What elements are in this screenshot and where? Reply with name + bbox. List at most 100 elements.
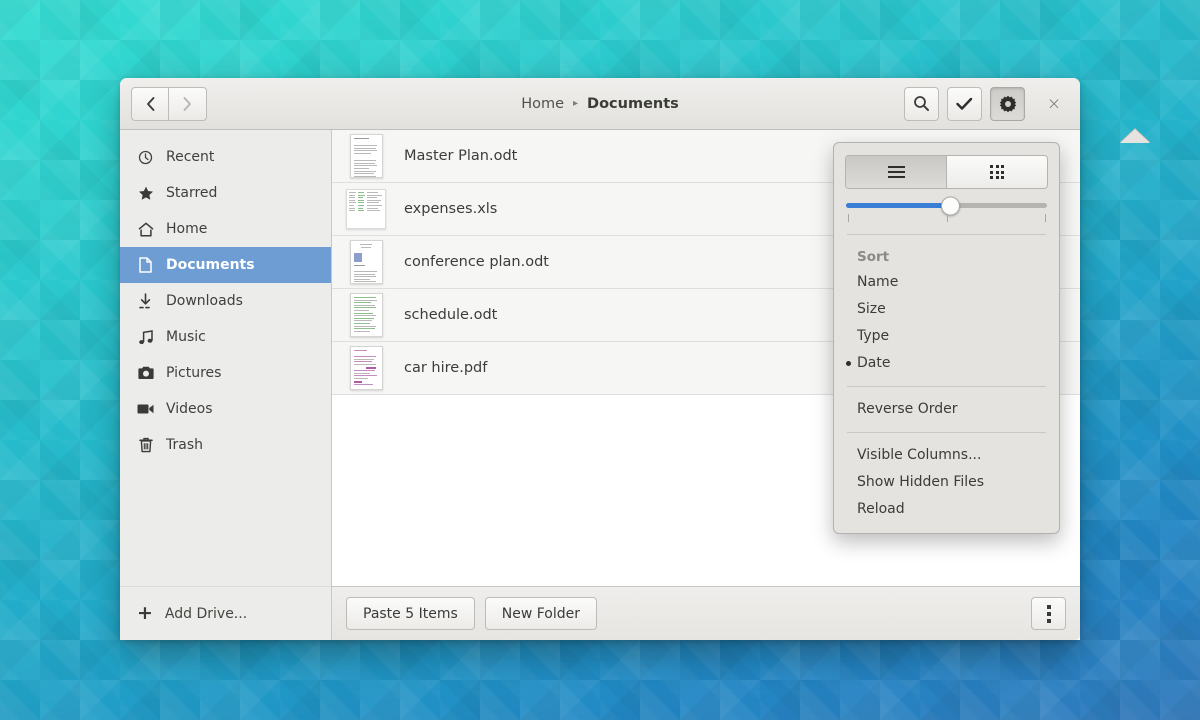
list-view-button[interactable] bbox=[846, 156, 947, 188]
sort-option-date[interactable]: Date bbox=[845, 350, 1048, 377]
desktop-wallpaper: Home ▸ Documents bbox=[0, 0, 1200, 720]
file-name: schedule.odt bbox=[404, 307, 497, 323]
sidebar-item-label: Videos bbox=[166, 401, 213, 417]
sidebar-item-label: Downloads bbox=[166, 293, 243, 309]
popover-arrow bbox=[1120, 129, 1150, 143]
sidebar-item-label: Home bbox=[166, 221, 207, 237]
sidebar-item-trash[interactable]: Trash bbox=[120, 427, 331, 463]
grid-view-icon bbox=[990, 165, 1004, 179]
paste-button[interactable]: Paste 5 Items bbox=[346, 597, 475, 630]
sidebar-places-list: Recent Starred bbox=[120, 130, 331, 586]
sidebar-item-label: Starred bbox=[166, 185, 217, 201]
tick-mark bbox=[848, 214, 849, 222]
view-options-popover: Sort Name Size Type Date Reverse Order bbox=[833, 129, 1060, 534]
file-name: conference plan.odt bbox=[404, 254, 549, 270]
sort-option-name[interactable]: Name bbox=[845, 269, 1048, 296]
breadcrumb-parent[interactable]: Home bbox=[521, 96, 564, 112]
grid-view-button[interactable] bbox=[947, 156, 1047, 188]
sidebar: Recent Starred bbox=[120, 130, 332, 640]
document-icon bbox=[137, 257, 154, 273]
sidebar-item-documents[interactable]: Documents bbox=[120, 247, 331, 283]
trash-icon bbox=[137, 437, 154, 453]
camera-icon bbox=[137, 366, 154, 380]
sidebar-item-label: Pictures bbox=[166, 365, 221, 381]
sidebar-item-home[interactable]: Home bbox=[120, 211, 331, 247]
spreadsheet-thumb bbox=[346, 184, 386, 234]
add-drive-label: Add Drive... bbox=[165, 606, 247, 622]
zoom-slider-ticks bbox=[846, 212, 1047, 223]
sort-option-type[interactable]: Type bbox=[845, 323, 1048, 350]
reverse-order-label: Reverse Order bbox=[857, 401, 958, 417]
tick-mark bbox=[947, 214, 948, 222]
search-icon bbox=[913, 95, 930, 112]
breadcrumb-current[interactable]: Documents bbox=[587, 96, 679, 112]
pdf-thumb bbox=[346, 343, 386, 393]
new-folder-button[interactable]: New Folder bbox=[485, 597, 597, 630]
document-text-thumb bbox=[346, 131, 386, 181]
popover-divider bbox=[847, 432, 1046, 433]
gear-icon bbox=[999, 95, 1017, 113]
sidebar-item-label: Trash bbox=[166, 437, 203, 453]
star-icon bbox=[137, 186, 154, 201]
close-icon: × bbox=[1047, 94, 1061, 114]
header-bar: Home ▸ Documents bbox=[120, 78, 1080, 130]
header-actions: × bbox=[904, 87, 1069, 121]
zoom-slider-fill bbox=[846, 203, 951, 208]
show-hidden-files-item[interactable]: Show Hidden Files bbox=[845, 469, 1048, 496]
file-name: Master Plan.odt bbox=[404, 148, 517, 164]
sidebar-item-videos[interactable]: Videos bbox=[120, 391, 331, 427]
sort-section-label: Sort bbox=[845, 244, 1048, 269]
sidebar-item-recent[interactable]: Recent bbox=[120, 139, 331, 175]
visible-columns-item[interactable]: Visible Columns... bbox=[845, 442, 1048, 469]
popover-body: Sort Name Size Type Date Reverse Order bbox=[833, 142, 1060, 534]
file-manager-window: Home ▸ Documents bbox=[120, 78, 1080, 640]
back-button[interactable] bbox=[131, 87, 169, 121]
sidebar-item-label: Recent bbox=[166, 149, 214, 165]
file-name: expenses.xls bbox=[404, 201, 497, 217]
more-actions-button[interactable] bbox=[1031, 597, 1066, 630]
kebab-menu-icon bbox=[1047, 605, 1051, 623]
check-icon bbox=[956, 97, 973, 111]
options-button[interactable] bbox=[990, 87, 1025, 121]
sort-option-label: Name bbox=[857, 274, 898, 290]
popover-divider bbox=[847, 386, 1046, 387]
reload-item[interactable]: Reload bbox=[845, 496, 1048, 523]
clock-icon bbox=[137, 150, 154, 165]
zoom-slider[interactable] bbox=[845, 203, 1048, 225]
music-icon bbox=[137, 330, 154, 345]
tick-mark bbox=[1045, 214, 1046, 222]
chevron-right-icon bbox=[182, 96, 193, 112]
home-icon bbox=[137, 222, 154, 237]
reverse-order-item[interactable]: Reverse Order bbox=[845, 396, 1048, 423]
sidebar-item-pictures[interactable]: Pictures bbox=[120, 355, 331, 391]
add-drive-button[interactable]: + Add Drive... bbox=[120, 586, 331, 640]
sort-option-label: Type bbox=[857, 328, 889, 344]
list-view-icon bbox=[888, 166, 905, 179]
sidebar-item-label: Documents bbox=[166, 257, 255, 273]
select-button[interactable] bbox=[947, 87, 982, 121]
show-hidden-files-label: Show Hidden Files bbox=[857, 474, 984, 490]
navigation-buttons bbox=[131, 87, 207, 121]
sidebar-item-starred[interactable]: Starred bbox=[120, 175, 331, 211]
sidebar-item-downloads[interactable]: Downloads bbox=[120, 283, 331, 319]
download-icon bbox=[137, 293, 154, 309]
sort-option-label: Size bbox=[857, 301, 886, 317]
sidebar-item-music[interactable]: Music bbox=[120, 319, 331, 355]
action-bar: Paste 5 Items New Folder bbox=[332, 586, 1080, 640]
selected-radio-icon bbox=[846, 361, 851, 366]
breadcrumb-separator-icon: ▸ bbox=[573, 99, 578, 109]
visible-columns-label: Visible Columns... bbox=[857, 447, 981, 463]
popover-divider bbox=[847, 234, 1046, 235]
plus-icon: + bbox=[137, 604, 153, 623]
document-table-thumb bbox=[346, 290, 386, 340]
search-button[interactable] bbox=[904, 87, 939, 121]
chevron-left-icon bbox=[145, 96, 156, 112]
sort-option-size[interactable]: Size bbox=[845, 296, 1048, 323]
close-button[interactable]: × bbox=[1039, 89, 1069, 119]
reload-label: Reload bbox=[857, 501, 905, 517]
sidebar-item-label: Music bbox=[166, 329, 206, 345]
view-toggle-group bbox=[845, 155, 1048, 189]
zoom-slider-track[interactable] bbox=[846, 203, 1047, 208]
forward-button[interactable] bbox=[169, 87, 207, 121]
file-name: car hire.pdf bbox=[404, 360, 487, 376]
